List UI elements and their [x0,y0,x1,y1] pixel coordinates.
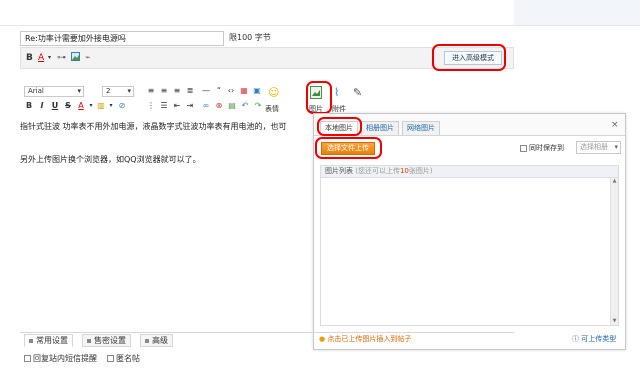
image-list-header: 图片列表 (您还可以上传10张图片) [320,165,619,178]
image-list-title: 图片列表 [325,167,353,175]
chevron-down-icon: ▾ [127,87,131,95]
align-left-icon[interactable]: ≡ [146,86,156,96]
size-value: 2 [106,87,111,95]
font-color-button[interactable]: A [38,52,44,64]
anonymous-option[interactable]: 匿名帖 [107,353,140,364]
unordered-list-icon[interactable]: ☰ [159,101,169,111]
font-color-button[interactable]: A [76,101,86,111]
outdent-icon[interactable]: ⇤ [172,101,182,111]
justify-icon[interactable]: ≣ [185,86,195,96]
chevron-down-icon: ▾ [77,87,81,95]
top-bar [0,0,514,26]
tab-marker-icon [145,338,149,343]
unlink-icon[interactable]: ⊗ [214,101,224,111]
tab-sale-label: 售密设置 [94,336,126,345]
size-select[interactable]: 2 ▾ [102,86,134,97]
hr-icon[interactable]: — [201,86,211,96]
ordered-list-icon[interactable]: ⋮ [146,101,156,111]
highlight-local-tab [317,117,362,136]
redo-icon[interactable]: ↷ [253,101,263,111]
tab-album-image[interactable]: 相册图片 [361,121,399,135]
image-icon[interactable] [71,52,80,65]
media-icon[interactable]: ▣ [252,86,262,96]
anonymous-checkbox[interactable] [107,355,114,362]
link-icon[interactable]: ∞ [201,101,211,111]
dropdown-arrow-icon[interactable]: ▾ [48,52,51,64]
save-to-label: 同时保存到 [529,144,564,152]
save-to-album-option[interactable]: 同时保存到 [520,143,564,153]
scroll-up-icon[interactable]: ▲ [611,178,618,185]
note-prefix: (您还可以上传 [355,167,400,175]
anonymous-label: 匿名帖 [116,354,140,363]
settings-tabs: 常用设置 售密设置 高级 [20,332,514,347]
clear-format-icon[interactable]: ⊘ [117,101,127,111]
scrollbar[interactable]: ▲ ▼ [610,178,618,325]
paperclip-icon[interactable]: ⌁ [85,52,90,64]
note-count: 10 [399,167,409,175]
bold-button[interactable]: B [26,52,33,64]
align-center-icon[interactable]: ≡ [159,86,169,96]
save-checkbox[interactable] [520,144,527,152]
attachment-icon[interactable]: ⌇ [334,87,339,99]
post-options: 回复站内短信提醒 匿名帖 [24,353,140,364]
strikethrough-button[interactable]: S [63,101,73,111]
tab-advanced-label: 高级 [152,336,168,345]
quote-icon[interactable]: “ [214,86,224,96]
reply-notify-label: 回复站内短信提醒 [33,354,97,363]
tab-sale-settings[interactable]: 售密设置 [82,334,131,347]
reply-notify-option[interactable]: 回复站内短信提醒 [24,353,97,364]
underline-button[interactable]: U [50,101,60,111]
album-select[interactable]: 选择相册 ▾ [576,141,621,154]
scroll-down-icon[interactable]: ▼ [611,318,618,325]
editor-line-1[interactable]: 指针式驻波 功率表不用外加电源，液晶数字式驻波功率表有用电池的，也可 [20,121,287,132]
tab-common-label: 常用设置 [36,336,68,345]
highlight-color-icon[interactable]: ▥ [96,101,106,111]
note-suffix: 张图片) [408,167,433,175]
bold-button[interactable]: B [24,101,34,111]
close-icon[interactable]: × [611,120,619,130]
emoticon-label[interactable]: 表情 [265,104,279,114]
align-right-icon[interactable]: ≡ [172,86,182,96]
undo-icon[interactable]: ↶ [240,101,250,111]
album-placeholder: 选择相册 [580,143,608,151]
editor-line-2[interactable]: 另外上传图片换个浏览器，如QQ浏览器就可以了。 [20,154,201,165]
subject-limit: 限100 字节 [229,33,271,42]
tab-marker-icon [29,338,33,343]
link-icon[interactable]: ⊶ [57,52,66,64]
emoticon-icon[interactable]: ☺ [268,87,279,99]
format-toolbar: Arial ▾ 2 ▾ ≡ ≡ ≡ ≣ — “ ‹› ▦ ▣ B I U S A ▾… [20,83,514,116]
font-select[interactable]: Arial ▾ [24,86,84,97]
highlight-upload [315,137,382,159]
highlight-advanced [432,44,506,71]
reply-notify-checkbox[interactable] [24,355,31,362]
italic-button[interactable]: I [37,101,47,111]
help-icon: ⓘ [572,335,579,343]
image-list-note: (您还可以上传10张图片) [355,167,432,175]
table-icon[interactable]: ▦ [239,86,249,96]
chevron-down-icon[interactable]: ▾ [86,101,96,111]
tab-marker-icon [87,338,91,343]
tab-advanced[interactable]: 高级 [140,334,173,347]
font-value: Arial [28,87,44,95]
spreadsheet-icon[interactable]: ▤ [227,101,237,111]
tab-common-settings[interactable]: 常用设置 [24,334,73,347]
allowed-types-link[interactable]: ⓘ 可上传类型 [572,334,616,344]
top-bar-right [514,0,640,26]
subject-input[interactable]: Re:功率计需要加外接电源吗 [20,31,224,46]
highlight-picture [306,81,332,114]
allowed-types-text: 可上传类型 [581,335,617,343]
code-icon[interactable]: ‹› [226,86,236,96]
image-list[interactable]: ▲ ▼ [320,178,619,326]
indent-icon[interactable]: ⇥ [185,101,195,111]
chevron-down-icon: ▾ [614,143,618,151]
chevron-down-icon[interactable]: ▾ [106,101,116,111]
tab-web-image[interactable]: 网络图片 [402,121,440,135]
html-mode-icon[interactable]: ✎ [353,87,362,99]
